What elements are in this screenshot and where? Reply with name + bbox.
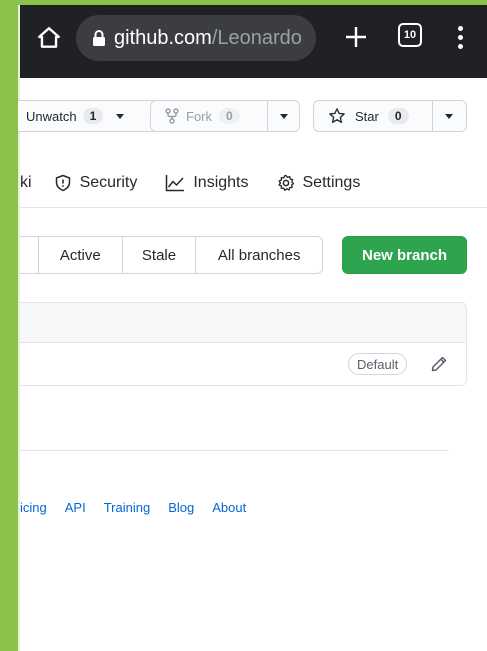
tab-wiki-label: ki [20,174,32,191]
pencil-icon[interactable] [428,353,450,375]
home-button[interactable] [32,21,66,55]
menu-icon[interactable] [450,21,470,53]
tab-settings-label: Settings [302,174,361,191]
nav-divider [20,207,487,208]
tab-insights[interactable]: Insights [165,174,249,192]
address-bar[interactable]: github.com/Leonardo [76,15,316,61]
footer-link-api[interactable]: API [65,500,86,515]
repo-nav: ki Security Insights Settings [20,160,487,206]
filter-active-label: Active [59,246,101,264]
new-tab-button[interactable] [338,17,374,57]
footer-link-pricing[interactable]: icing [20,500,47,515]
frame-left-edge [0,0,20,651]
footer-divider [20,450,449,451]
home-icon [38,27,60,48]
filter-active[interactable]: Active [37,237,122,273]
unwatch-label: Unwatch [26,108,77,124]
chevron-down-icon [444,113,453,119]
chevron-down-icon [116,113,125,119]
fork-button[interactable]: Fork 0 [151,101,267,131]
new-branch-button[interactable]: New branch [342,236,467,274]
fork-button-group: Fork 0 [150,100,300,132]
watch-count: 1 [82,108,104,124]
footer-link-blog[interactable]: Blog [168,500,194,515]
watch-button-group: Unwatch 1 [18,100,158,132]
fork-dropdown[interactable] [267,101,299,131]
lock-icon [92,29,106,47]
filter-stale[interactable]: Stale [121,237,196,273]
url-domain: github.com [114,26,212,49]
branch-list: Default [20,302,467,386]
watch-dropdown[interactable] [109,101,131,131]
filter-all-label: All branches [217,246,301,264]
default-badge: Default [348,353,408,375]
browser-toolbar: github.com/Leonardo 10 [20,5,487,78]
star-count: 0 [387,108,409,124]
filter-all-branches[interactable]: All branches [195,237,322,273]
footer-links: icing API Training Blog About [20,500,264,515]
tab-insights-label: Insights [193,174,249,191]
graph-icon [166,175,185,192]
tab-security[interactable]: Security [54,174,138,192]
url-path: /Leonardo [211,26,302,49]
tab-settings[interactable]: Settings [277,174,361,192]
star-icon [329,108,345,123]
unwatch-button[interactable]: Unwatch 1 [18,101,109,131]
tab-count: 10 [403,29,417,41]
star-button[interactable]: Star 0 [314,101,432,131]
chevron-down-icon [279,113,288,119]
star-label: Star [355,108,379,124]
tab-switcher-button[interactable]: 10 [398,23,422,47]
footer-link-training[interactable]: Training [104,500,150,515]
fork-label: Fork [186,108,212,124]
tab-wiki[interactable]: ki [20,174,32,192]
footer-link-about[interactable]: About [212,500,246,515]
star-dropdown[interactable] [432,101,464,131]
branch-filter: Active Stale All branches [20,236,323,274]
fork-icon [165,108,179,124]
branch-list-header [20,303,466,343]
frame-top-edge [0,0,487,5]
star-button-group: Star 0 [313,100,467,132]
tab-security-label: Security [79,174,138,191]
filter-overview-cut[interactable] [20,237,38,273]
shield-icon [55,174,70,192]
plus-icon [346,27,366,47]
fork-count: 0 [219,108,240,124]
branch-row: Default [20,343,466,385]
gear-icon [277,174,294,191]
filter-stale-label: Stale [141,246,177,264]
